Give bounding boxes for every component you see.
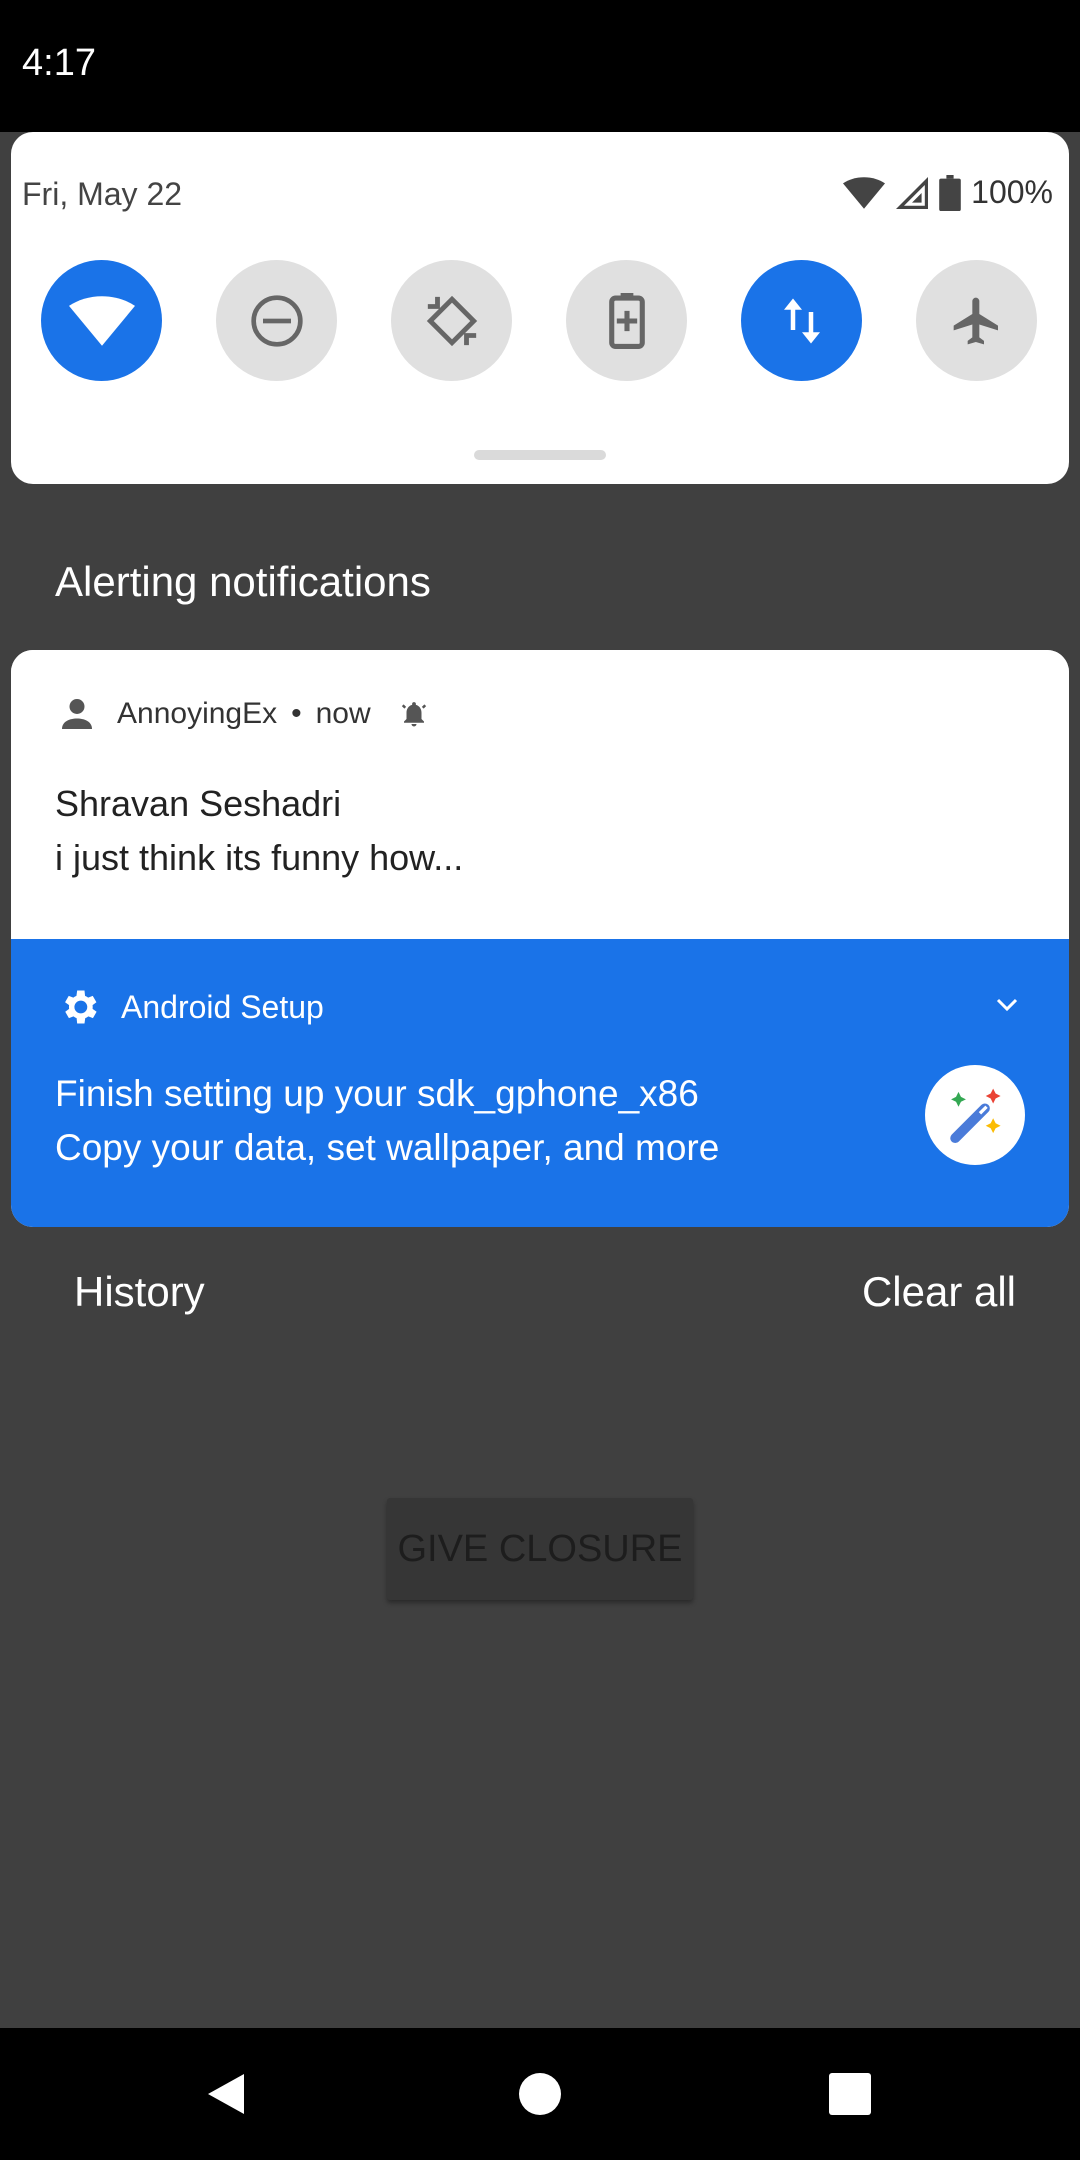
notification-text: Copy your data, set wallpaper, and more <box>55 1127 720 1168</box>
wifi-signal-icon <box>843 176 886 209</box>
date-label[interactable]: Fri, May 22 <box>22 176 182 213</box>
home-icon <box>519 2073 561 2115</box>
wifi-tile[interactable] <box>41 260 162 381</box>
notification-android-setup[interactable]: Android Setup Finish setting up your sdk… <box>11 939 1069 1227</box>
recents-button[interactable] <box>820 2064 880 2124</box>
auto-rotate-tile[interactable] <box>391 260 512 381</box>
mobile-data-icon <box>783 298 820 343</box>
gear-icon <box>65 990 97 1024</box>
magic-wand-icon <box>950 1088 1001 1144</box>
notification-time: now <box>315 697 371 730</box>
person-icon <box>62 699 92 729</box>
setup-wizard-badge <box>925 1065 1025 1165</box>
auto-rotate-icon <box>426 295 477 346</box>
home-button[interactable] <box>510 2064 570 2124</box>
back-button[interactable] <box>196 2064 256 2124</box>
notification-title: Finish setting up your sdk_gphone_x86 <box>55 1073 699 1114</box>
expand-handle[interactable] <box>474 450 606 460</box>
battery-saver-tile[interactable] <box>566 260 687 381</box>
clear-all-button[interactable]: Clear all <box>862 1268 1016 1316</box>
system-status: 100% <box>843 174 1053 211</box>
separator-dot: • <box>291 697 302 730</box>
notification-app-name: Android Setup <box>121 988 324 1025</box>
notification-header: AnnoyingEx • now <box>59 696 429 732</box>
notification-text: i just think its funny how... <box>55 837 464 878</box>
battery-saver-icon <box>608 292 645 349</box>
airplane-icon <box>953 297 998 344</box>
notification-footer: History Clear all <box>0 1268 1080 1328</box>
battery-icon <box>939 174 961 211</box>
notification-app-name: AnnoyingEx <box>117 697 278 730</box>
cell-signal-icon <box>896 176 929 209</box>
wifi-icon <box>68 295 135 346</box>
do-not-disturb-tile[interactable] <box>216 260 337 381</box>
navigation-bar <box>0 2028 1080 2160</box>
airplane-mode-tile[interactable] <box>916 260 1037 381</box>
recents-icon <box>829 2073 871 2115</box>
notification-annoyingex[interactable]: AnnoyingEx • now Shravan Seshadri i just… <box>11 650 1069 939</box>
status-bar: 4:17 <box>0 0 1080 132</box>
status-time: 4:17 <box>22 42 96 84</box>
battery-percent: 100% <box>971 174 1053 210</box>
history-button[interactable]: History <box>74 1268 205 1316</box>
notification-title: Shravan Seshadri <box>55 783 342 824</box>
quick-settings-panel: Fri, May 22 100% <box>11 132 1069 484</box>
do-not-disturb-icon <box>250 294 303 347</box>
notification-header: Android Setup <box>57 985 324 1029</box>
give-closure-button[interactable]: GIVE CLOSURE <box>387 1498 693 1600</box>
back-icon <box>208 2074 244 2114</box>
section-title: Alerting notifications <box>55 558 431 605</box>
alerting-bell-icon <box>401 702 426 727</box>
chevron-down-icon[interactable] <box>995 997 1019 1013</box>
mobile-data-tile[interactable] <box>741 260 862 381</box>
notification-group: AnnoyingEx • now Shravan Seshadri i just… <box>11 650 1069 1227</box>
